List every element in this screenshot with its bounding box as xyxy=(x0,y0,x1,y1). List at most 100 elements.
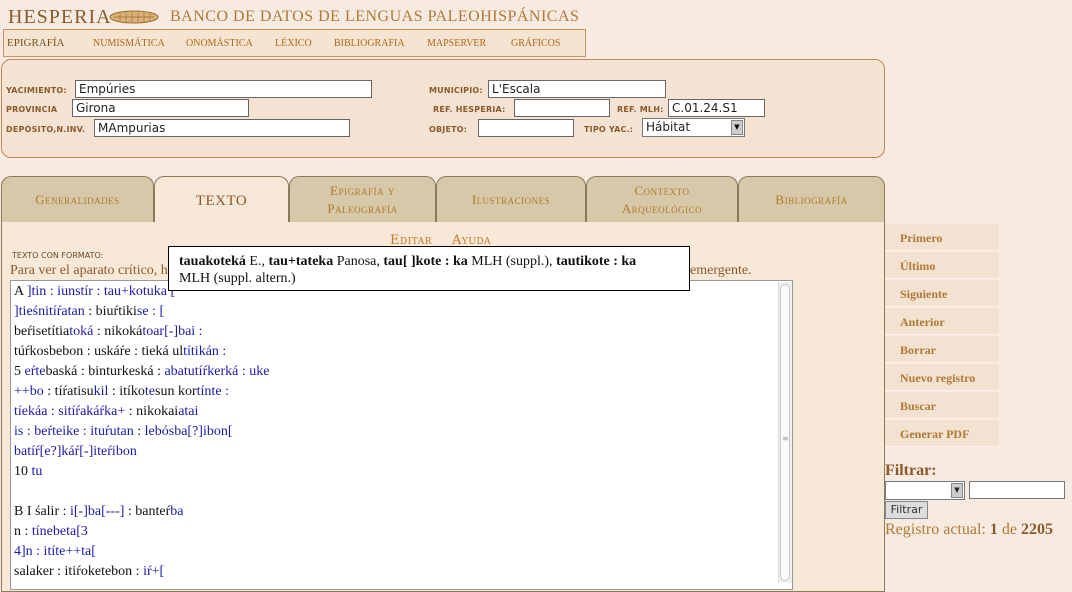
inscription-segment-linked: ]tieśnitíŕatan xyxy=(14,304,85,319)
menu-mapserver[interactable]: MAPSERVER xyxy=(427,38,486,49)
tab-contexto-arqueologico[interactable]: Contexto Arqueológico xyxy=(586,176,738,223)
filter-field-select[interactable]: ▼ xyxy=(885,481,965,500)
tab-label: Bibliografía xyxy=(775,192,848,207)
delete-button[interactable]: Borrar xyxy=(885,336,999,363)
critical-apparatus-note: Para ver el aparato crítico, h xyxy=(10,263,168,278)
ref-hesperia-field[interactable] xyxy=(514,99,610,117)
inscription-line: ]tieśnitíŕatan : biuŕtikise : [ xyxy=(14,304,164,320)
tab-label-line2: Arqueológico xyxy=(621,201,703,216)
menu-numismatica[interactable]: NUMISMÁTICA xyxy=(93,38,165,49)
inscription-segment-linked: ba xyxy=(170,504,184,519)
inscription-line: batíŕ[e?]káŕ[-]iteŕibon xyxy=(14,444,137,460)
tooltip-source: MLH (suppl. altern.) xyxy=(179,271,296,286)
inscription-segment-linked: ++bo xyxy=(14,384,44,399)
tab-generalidades[interactable]: Generalidades xyxy=(1,176,154,223)
tooltip-source: MLH (suppl.), xyxy=(467,254,557,269)
menu-onomastica[interactable]: ONOMÁSTICA xyxy=(186,38,253,49)
inscription-segment: : banteŕ xyxy=(124,504,171,519)
inscription-line: túŕkosbebon : uskáŕe : tieká ultítikán : xyxy=(14,344,226,360)
inscription-segment-linked: batíŕ[e?]káŕ[-]iteŕibon xyxy=(14,444,137,459)
ref-hesperia-label: REF. HESPERIA: xyxy=(433,105,506,114)
search-button[interactable]: Buscar xyxy=(885,392,999,419)
inscription-line: 5 eŕtebaská : binturkeská : abatutíŕkerk… xyxy=(14,364,269,380)
provincia-label: PROVINCIA xyxy=(6,105,58,114)
tab-ilustraciones[interactable]: Ilustraciones xyxy=(436,176,586,223)
inscription-line: 10 tu xyxy=(14,464,42,480)
inscription-segment: salaker : itiŕoketebon : xyxy=(14,564,144,579)
inscription-segment: : itíko xyxy=(108,384,145,399)
new-record-button[interactable]: Nuevo registro xyxy=(885,364,999,391)
tab-epigrafia-paleografia[interactable]: Epigrafía y Paleografía xyxy=(289,176,436,223)
tab-label-line2: Paleografía xyxy=(327,201,398,216)
inscription-segment: sun kor xyxy=(155,384,197,399)
tab-texto[interactable]: TEXTO xyxy=(154,176,289,224)
filter-label: Filtrar: xyxy=(885,462,937,479)
tab-bibliografia[interactable]: Bibliografía xyxy=(738,176,885,223)
inscription-segment-linked: is : beŕteike : ituŕutan xyxy=(14,424,134,439)
yacimiento-label: YACIMIENTO: xyxy=(6,86,67,95)
inscription-segment-linked: iŕ+[ xyxy=(143,564,165,579)
record-fields-panel: YACIMIENTO: Empúries PROVINCIA Girona DE… xyxy=(1,59,885,158)
inscription-segment: baská : binturkeská : xyxy=(45,364,165,379)
inscription-line: n : tínebeta[3 xyxy=(14,524,88,540)
critical-apparatus-tooltip: tauakoteká E., tau+tateka Panosa, tau[ ]… xyxy=(168,246,690,291)
tooltip-reading: tau+tateka xyxy=(268,254,334,269)
ref-mlh-field[interactable]: C.01.24.S1 xyxy=(668,99,765,117)
inscription-segment-linked: eŕte xyxy=(24,364,46,379)
inscription-segment: beŕisetítia xyxy=(14,324,70,339)
record-total: 2205 xyxy=(1020,521,1053,538)
record-current: 1 xyxy=(989,521,998,538)
menu-bibliografia[interactable]: BIBLIOGRAFIA xyxy=(334,38,405,49)
inscription-segment: : xyxy=(133,424,145,439)
inscription-segment-linked: se : [ xyxy=(136,304,165,319)
inscription-segment: : nikokai xyxy=(125,404,179,419)
inscription-segment-linked: tíekáa : sitíŕakáŕka+ xyxy=(14,404,126,419)
inscription-line: beŕisetítiatoká : nikokátoar[-]bai : xyxy=(14,324,203,340)
tooltip-source: Panosa, xyxy=(333,254,384,269)
tab-label: Ilustraciones xyxy=(471,192,551,207)
menu-graficos[interactable]: GRÁFICOS xyxy=(511,38,560,49)
nav-last-button[interactable]: Último xyxy=(885,252,999,279)
nav-next-button[interactable]: Siguiente xyxy=(885,280,999,307)
tab-label: Generalidades xyxy=(35,192,120,207)
inscription-line: tíekáa : sitíŕakáŕka+ : nikokaiatai xyxy=(14,404,198,420)
tab-label: Contexto xyxy=(634,183,690,198)
brand-logo-text: HESPERIA xyxy=(8,6,112,28)
record-status: Registro actual: 1 de 2205 xyxy=(885,520,1065,540)
inscription-segment-linked: títikán : xyxy=(183,344,227,359)
formatted-text-label: TEXTO CON FORMATO: xyxy=(12,251,104,260)
tooltip-source: E., xyxy=(245,254,269,269)
inscription-line: salaker : itiŕoketebon : iŕ+[ xyxy=(14,564,164,580)
inscription-segment: túŕkosbebon : uskáŕe : tieká ul xyxy=(14,344,184,359)
inscription-segment-linked: atai xyxy=(178,404,199,419)
inscription-segment-linked: te xyxy=(144,384,156,399)
inscription-line: B I śalir : i[-]ba[---] : banteŕba xyxy=(14,504,184,520)
menu-lexico[interactable]: LÉXICO xyxy=(275,38,312,49)
inscription-segment: A xyxy=(14,284,27,299)
menu-epigrafia[interactable]: EPIGRAFÍA xyxy=(7,37,64,49)
tipo-yac-select[interactable]: Hábitat ▼ xyxy=(642,118,745,137)
deposito-field[interactable]: MAmpurias xyxy=(94,119,350,137)
inscription-segment-linked: lebósba[?]ibon[ xyxy=(144,424,233,439)
nav-first-button[interactable]: Primero xyxy=(885,224,999,251)
provincia-field[interactable]: Girona xyxy=(72,99,249,117)
deposito-label: DEPÓSITO,N.INV. xyxy=(6,125,86,134)
yacimiento-field[interactable]: Empúries xyxy=(75,80,372,98)
inscription-line: is : beŕteike : ituŕutan : lebósba[?]ibo… xyxy=(14,424,233,440)
scrollbar-thumb[interactable] xyxy=(780,284,790,581)
generate-pdf-button[interactable]: Generar PDF xyxy=(885,420,999,447)
tooltip-reading: tauakoteká xyxy=(179,254,246,269)
database-title: BANCO DE DATOS DE LENGUAS PALEOHISPÁNICA… xyxy=(170,8,580,25)
filter-button[interactable]: Filtrar xyxy=(885,501,928,519)
filter-input[interactable] xyxy=(969,481,1065,499)
main-menu: EPIGRAFÍA NUMISMÁTICA ONOMÁSTICA LÉXICO … xyxy=(3,29,586,57)
inscription-line: 4]n : itíte++ta[ xyxy=(14,544,96,560)
nav-previous-button[interactable]: Anterior xyxy=(885,308,999,335)
municipio-field[interactable]: L'Escala xyxy=(488,80,666,98)
objeto-field[interactable] xyxy=(478,119,574,137)
tab-label: Epigrafía y xyxy=(330,183,395,198)
dropdown-arrow-icon: ▼ xyxy=(731,120,743,135)
inscription-segment-linked: kil xyxy=(93,384,109,399)
record-of: de xyxy=(997,521,1021,538)
ref-mlh-label: REF. MLH: xyxy=(617,105,664,114)
